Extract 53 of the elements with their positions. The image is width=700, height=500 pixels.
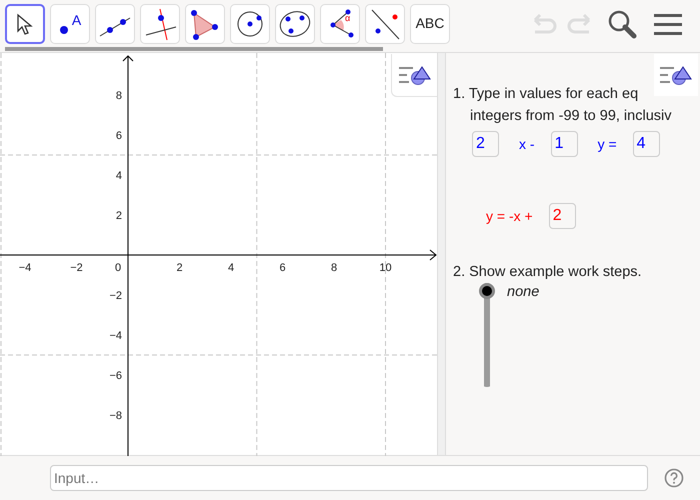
- axis-label: 8: [116, 90, 122, 102]
- slider-value: none: [507, 283, 540, 301]
- help-icon: [664, 468, 684, 488]
- axis-label: 8: [330, 262, 338, 274]
- axis-label: 2: [176, 262, 183, 274]
- graph-canvas[interactable]: −4 −2 0 2 4 6 8 10 8 6 4 2 −2 −4 −6 −8: [0, 53, 438, 456]
- ellipse-icon: [278, 8, 312, 38]
- axis-label: 2: [116, 210, 122, 222]
- axis-label: −2: [109, 290, 122, 302]
- search-icon: [607, 8, 637, 38]
- axis-label: −2: [70, 262, 83, 274]
- undo-icon: [531, 14, 559, 34]
- axis-label: 0: [114, 262, 122, 274]
- angle-label: α: [345, 14, 350, 22]
- tool-button[interactable]: ABC: [410, 4, 450, 44]
- cursor-icon: [15, 12, 35, 34]
- perpendicular-line-icon: [143, 6, 177, 40]
- input-field[interactable]: Input…: [50, 465, 648, 491]
- tool-button[interactable]: A: [50, 4, 90, 44]
- tool-button[interactable]: [5, 4, 45, 44]
- point-label: A: [72, 12, 82, 26]
- style-bar-icon: [659, 64, 693, 86]
- menu-icon: [654, 12, 682, 36]
- axis-label: 6: [279, 262, 286, 274]
- help-button[interactable]: [664, 468, 684, 488]
- equation-text: y =: [598, 134, 617, 154]
- axis-label: 10: [379, 262, 392, 274]
- axis-label: −4: [109, 330, 122, 342]
- toolbar-scrollbar[interactable]: [5, 47, 383, 51]
- polygon-icon: [190, 8, 220, 40]
- answer-box[interactable]: 2: [472, 131, 499, 157]
- axis-label: 4: [116, 170, 122, 182]
- task-text: 1. Type in values for each eq integers from -99 to 99, inclusiv: [453, 85, 672, 126]
- style-bar-icon: [398, 64, 432, 86]
- equation-text: y = -x +: [486, 206, 533, 226]
- axis-label: −6: [109, 370, 122, 382]
- tool-button[interactable]: α: [320, 4, 360, 44]
- text-tool-label: ABC: [416, 14, 444, 33]
- slider-thumb[interactable]: [479, 283, 495, 299]
- answer-box[interactable]: 4: [632, 131, 660, 157]
- axis-label: −8: [109, 410, 122, 422]
- axis-label: −4: [18, 262, 32, 274]
- task-text: 2. Show example work steps.: [453, 263, 643, 282]
- style-bar-button[interactable]: [654, 54, 698, 96]
- answer-box[interactable]: 1: [550, 131, 578, 157]
- point-icon: [58, 24, 69, 34]
- redo-icon: [565, 14, 593, 34]
- axis-label: 4: [228, 262, 234, 274]
- style-bar-button[interactable]: [391, 54, 437, 97]
- answer-box[interactable]: 2: [548, 203, 576, 229]
- circle-icon: [235, 8, 265, 38]
- equation-text: x -: [519, 134, 535, 154]
- axis-label: 6: [116, 130, 122, 142]
